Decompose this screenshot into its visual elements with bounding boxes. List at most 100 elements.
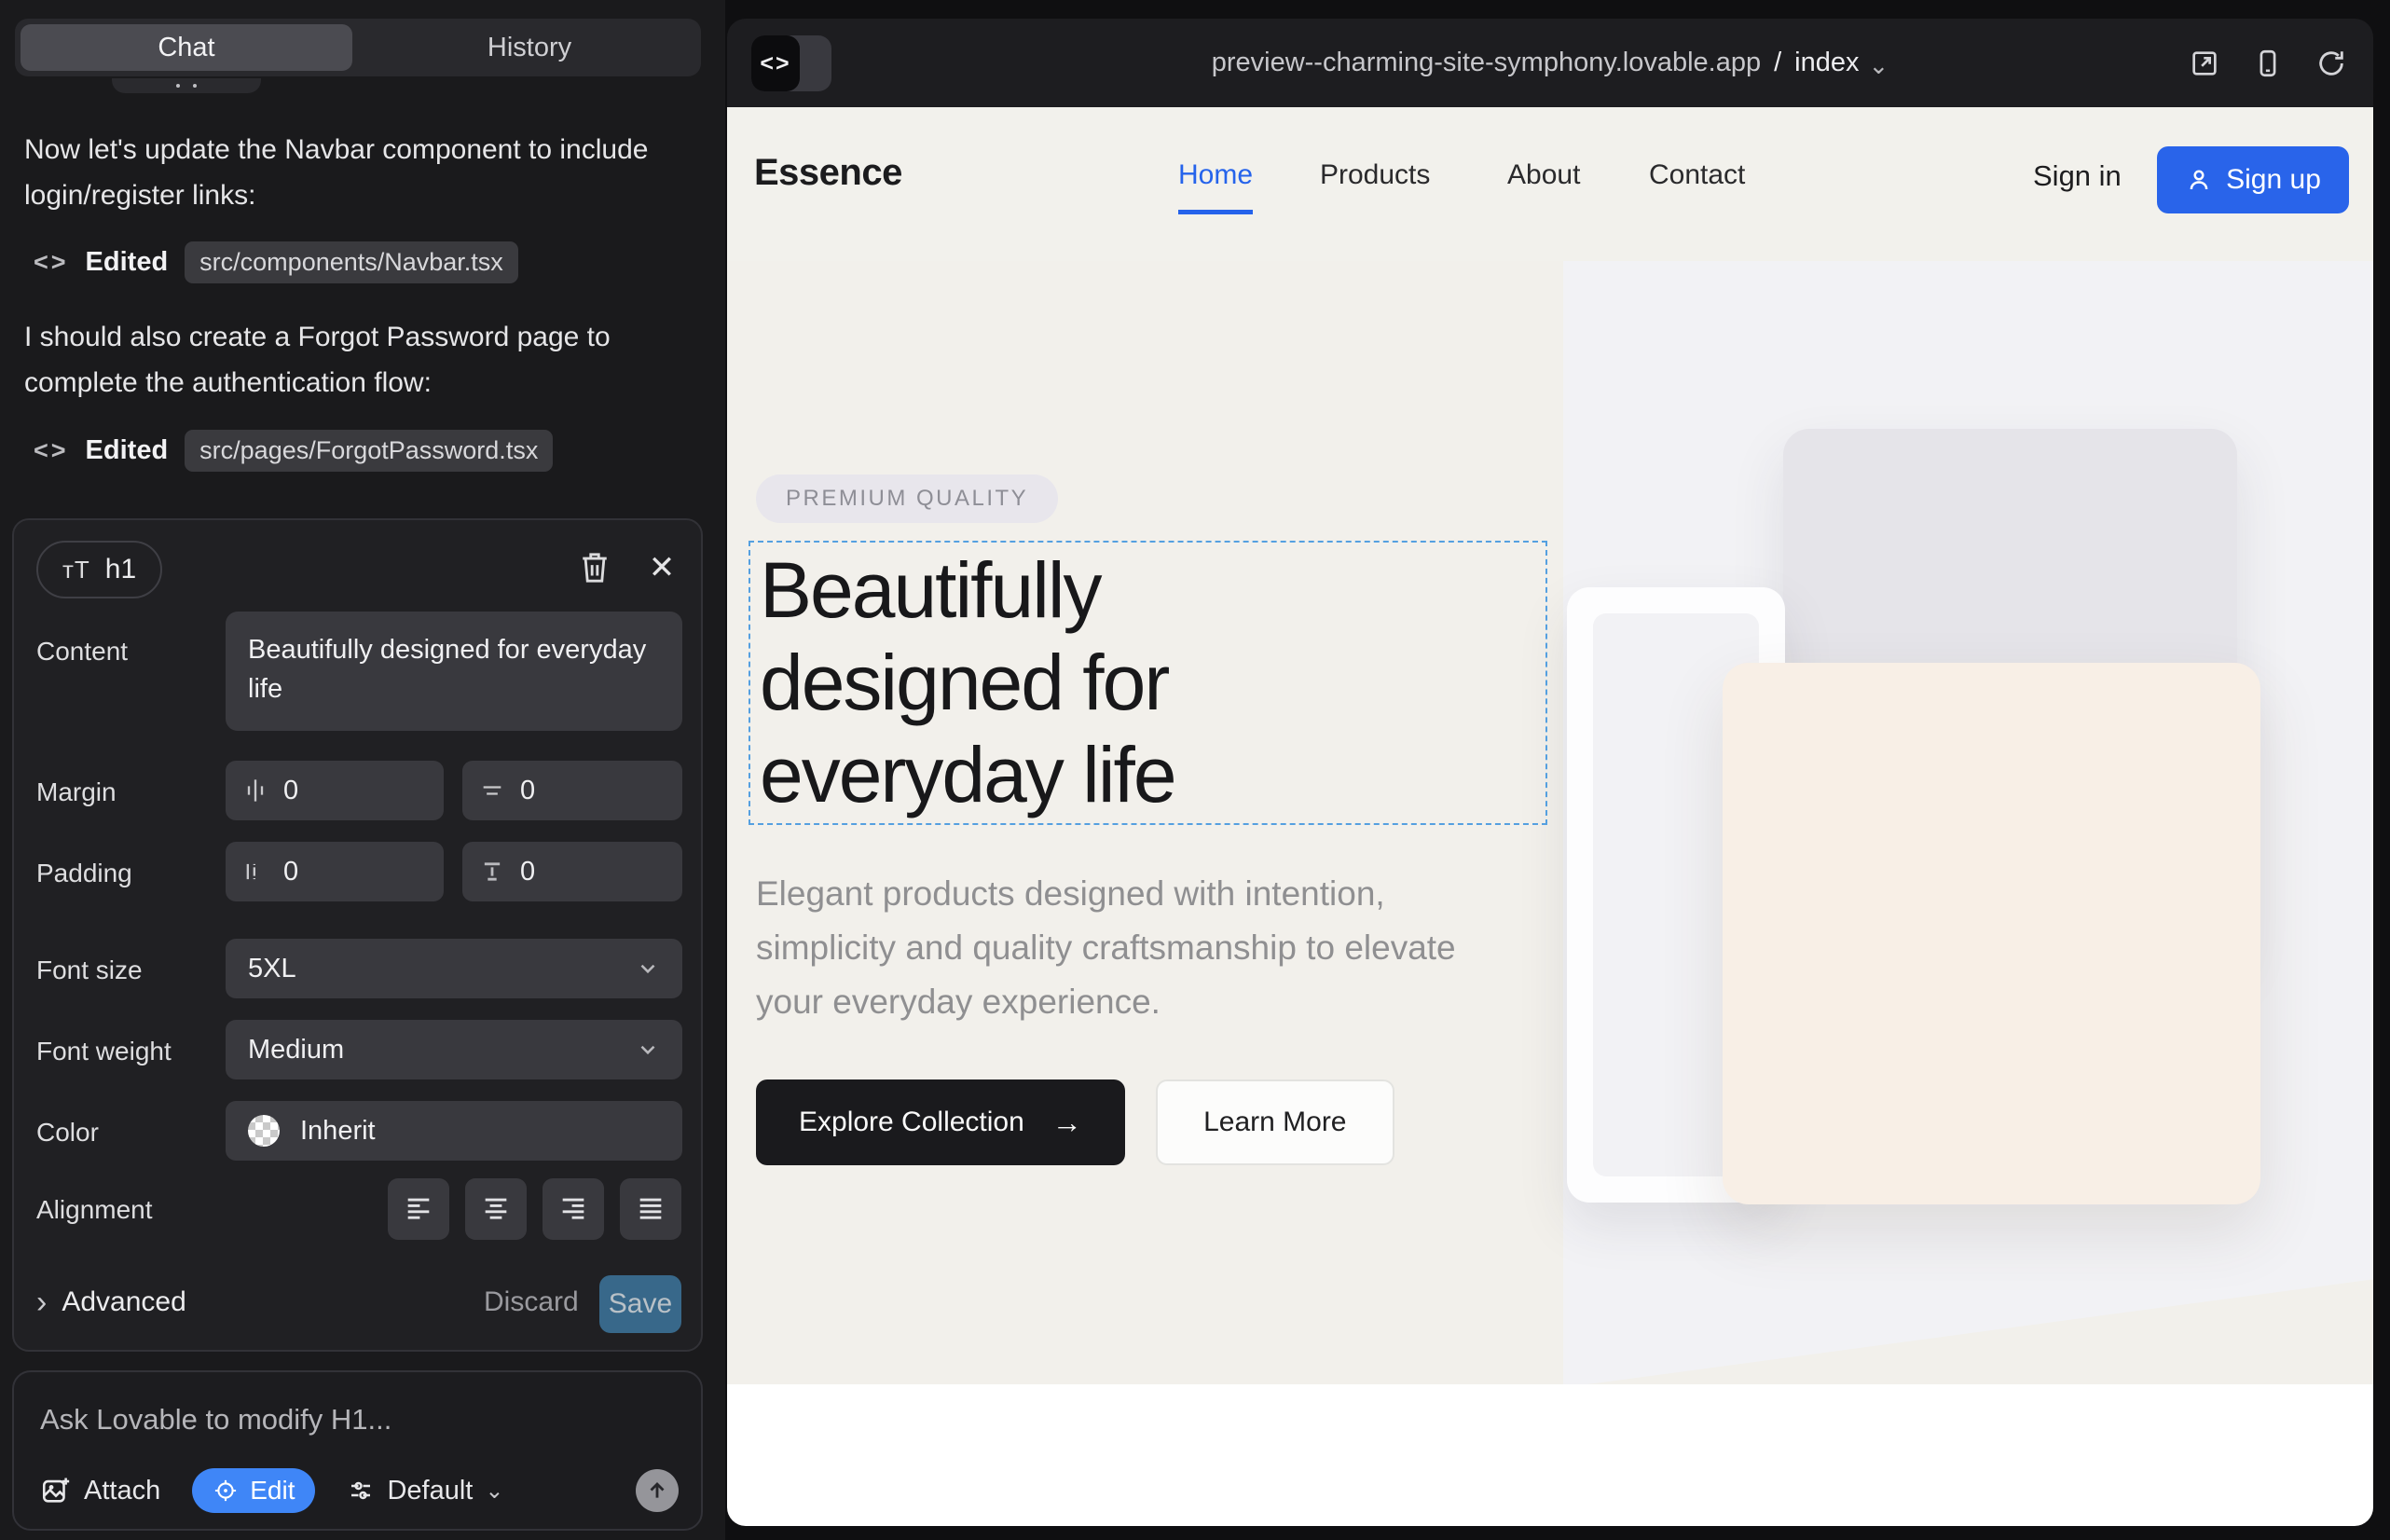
file-path-chip[interactable]: src/components/Navbar.tsx	[185, 241, 518, 283]
assistant-message: Now let's update the Navbar component to…	[24, 127, 686, 218]
chevron-down-icon	[636, 1038, 660, 1062]
file-path-chip[interactable]: src/pages/ForgotPassword.tsx	[185, 430, 553, 472]
attach-button[interactable]: Attach	[40, 1475, 160, 1506]
edit-mode-button[interactable]: Edit	[192, 1468, 315, 1513]
content-label: Content	[36, 637, 128, 667]
padding-y-input[interactable]	[520, 857, 632, 887]
edited-file-row[interactable]: <> Edited src/pages/ForgotPassword.tsx	[34, 429, 553, 472]
selection-outline[interactable]: Beautifully designed for everyday life	[749, 541, 1547, 825]
hero-heading[interactable]: Beautifully designed for everyday life	[760, 544, 1175, 821]
save-button[interactable]: Save	[599, 1275, 681, 1333]
smartphone-icon	[2252, 48, 2284, 79]
align-left-button[interactable]	[388, 1178, 449, 1240]
font-size-label: Font size	[36, 956, 143, 985]
padding-vertical-icon	[479, 859, 505, 885]
chevron-down-icon	[636, 956, 660, 981]
padding-label: Padding	[36, 859, 132, 888]
hero-section: PREMIUM QUALITY Beautifully designed for…	[727, 261, 2373, 1384]
font-size-value: 5XL	[248, 954, 296, 984]
color-label: Color	[36, 1118, 99, 1148]
sign-in-link[interactable]: Sign in	[2033, 159, 2122, 193]
content-input[interactable]: Beautifully designed for everyday life	[226, 612, 682, 731]
align-justify-button[interactable]	[620, 1178, 681, 1240]
align-center-button[interactable]	[465, 1178, 527, 1240]
delete-element-button[interactable]	[573, 546, 616, 589]
margin-y-input[interactable]	[520, 776, 632, 806]
close-editor-button[interactable]: ✕	[640, 546, 683, 589]
app-root: Chat History Now let's update the Navbar…	[0, 0, 2390, 1540]
element-editor-panel: тT h1 ✕ Content Beautifully designed for…	[12, 518, 703, 1352]
explore-collection-label: Explore Collection	[799, 1107, 1024, 1138]
hero-cta-row: Explore Collection → Learn More	[756, 1079, 1394, 1165]
composer-input[interactable]	[40, 1398, 674, 1441]
padding-x-input[interactable]	[283, 857, 395, 887]
refresh-icon	[2315, 48, 2347, 79]
selected-element-badge: тT h1	[36, 541, 162, 598]
font-weight-label: Font weight	[36, 1037, 172, 1066]
padding-y-field	[462, 842, 682, 901]
explore-collection-button[interactable]: Explore Collection →	[756, 1079, 1125, 1165]
font-weight-select[interactable]: Medium	[226, 1020, 682, 1079]
alignment-label: Alignment	[36, 1195, 153, 1225]
align-left-icon	[403, 1193, 434, 1225]
element-tag: h1	[105, 554, 136, 585]
crosshair-icon	[213, 1478, 239, 1504]
margin-x-input[interactable]	[283, 776, 395, 806]
url-bar[interactable]: preview--charming-site-symphony.lovable.…	[727, 19, 2373, 107]
refresh-button[interactable]	[2315, 48, 2347, 79]
nav-link-products[interactable]: Products	[1320, 159, 1430, 191]
send-button[interactable]	[636, 1469, 679, 1512]
discard-button[interactable]: Discard	[484, 1286, 579, 1318]
align-center-icon	[480, 1193, 512, 1225]
tab-history[interactable]: History	[364, 24, 695, 71]
lovable-sidebar: Chat History Now let's update the Navbar…	[0, 0, 725, 1540]
hero-heading-line: everyday life	[760, 729, 1175, 821]
sign-up-button[interactable]: Sign up	[2157, 146, 2349, 213]
hero-heading-line: Beautifully	[760, 544, 1175, 637]
edited-file-row[interactable]: <> Edited src/components/Navbar.tsx	[34, 241, 518, 283]
code-icon: <>	[34, 436, 69, 465]
url-page: index	[1794, 48, 1859, 78]
default-label: Default	[387, 1476, 473, 1506]
open-external-button[interactable]	[2189, 48, 2220, 79]
decorative-card-cream	[1723, 663, 2260, 1204]
margin-y-field	[462, 761, 682, 820]
site-page: Essence Home Products About Contact Sign…	[727, 107, 2373, 1526]
learn-more-button[interactable]: Learn More	[1156, 1079, 1394, 1165]
padding-x-field	[226, 842, 444, 901]
assistant-message: I should also create a Forgot Password p…	[24, 314, 686, 406]
arrow-up-icon	[645, 1478, 669, 1503]
advanced-toggle[interactable]: › Advanced	[36, 1286, 186, 1318]
font-size-select[interactable]: 5XL	[226, 939, 682, 998]
site-logo[interactable]: Essence	[754, 152, 902, 194]
type-icon: тT	[62, 556, 90, 584]
sign-up-label: Sign up	[2226, 164, 2321, 196]
nav-link-home[interactable]: Home	[1178, 159, 1253, 214]
margin-horizontal-icon	[242, 777, 268, 804]
attach-image-icon	[40, 1475, 72, 1506]
preview-actions	[2189, 19, 2347, 107]
chat-composer: Attach Edit Default	[12, 1370, 703, 1531]
arrow-right-icon: →	[1052, 1106, 1082, 1140]
edited-label: Edited	[86, 435, 169, 466]
chevron-down-icon: ⌄	[485, 1478, 503, 1505]
content-field: Beautifully designed for everyday life	[226, 612, 682, 731]
premium-quality-badge: PREMIUM QUALITY	[756, 474, 1058, 523]
tab-chat[interactable]: Chat	[21, 24, 352, 71]
nav-link-contact[interactable]: Contact	[1649, 159, 1745, 191]
align-right-icon	[557, 1193, 589, 1225]
advanced-label: Advanced	[62, 1286, 185, 1318]
edit-label: Edit	[250, 1476, 295, 1506]
collapsed-chip-partial[interactable]	[112, 78, 261, 93]
user-icon	[2185, 166, 2213, 194]
font-weight-value: Medium	[248, 1035, 344, 1066]
nav-link-about[interactable]: About	[1507, 159, 1580, 191]
mobile-view-button[interactable]	[2252, 48, 2284, 79]
model-default-button[interactable]: Default ⌄	[347, 1476, 503, 1506]
align-right-button[interactable]	[543, 1178, 604, 1240]
hero-description: Elegant products designed with intention…	[756, 867, 1520, 1029]
trash-icon	[579, 550, 611, 585]
color-field[interactable]: Inherit	[226, 1101, 682, 1161]
url-host: preview--charming-site-symphony.lovable.…	[1212, 48, 1761, 78]
code-icon: <>	[34, 248, 69, 277]
